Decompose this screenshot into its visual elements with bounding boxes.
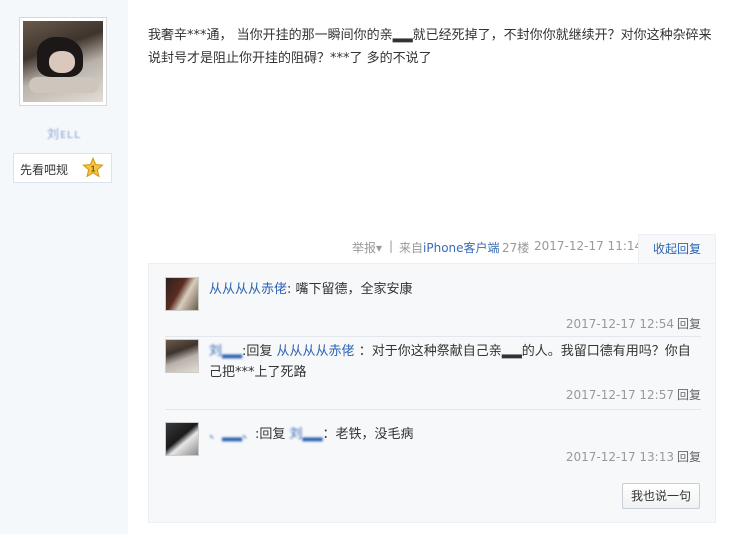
floor-number: 27楼 <box>502 241 530 255</box>
collapse-replies-button[interactable]: 收起回复 <box>638 234 716 264</box>
reply-avatar[interactable] <box>165 422 199 456</box>
reply-username[interactable]: 、▂▂、 <box>209 427 255 442</box>
client-link[interactable]: iPhone客户端 <box>423 241 500 255</box>
reply-meta: 2017-12-17 13:13 回复 <box>566 448 701 465</box>
reply-username[interactable]: 从从从从赤佬 <box>209 282 287 297</box>
level-badge[interactable]: 先看吧规 1 <box>13 153 112 183</box>
reply-time: 2017-12-17 12:57 <box>565 388 674 402</box>
author-avatar[interactable] <box>19 17 107 106</box>
reply-time: 2017-12-17 12:54 <box>565 317 674 331</box>
reply-meta: 2017-12-17 12:57 回复 <box>566 386 701 403</box>
level-number: 1 <box>91 165 96 174</box>
reply-button[interactable]: 回复 <box>677 450 701 464</box>
sub-replies-box: 从从从从赤佬: 嘴下留德，全家安康 2017-12-17 12:54 回复 刘▂▂… <box>148 263 716 523</box>
reply-time: 2017-12-17 13:13 <box>565 450 674 464</box>
list-item: 从从从从赤佬: 嘴下留德，全家安康 2017-12-17 12:54 回复 <box>165 277 701 337</box>
reply-text: ：老铁，没毛病 <box>322 427 414 442</box>
reply-target-user[interactable]: 从从从从赤佬 <box>277 344 355 359</box>
post-container: 刘ᴇʟʟ 先看吧规 1 我奢辛***通， 当你开挂的那一瞬间你的亲▂▂就已经死掉… <box>0 0 737 534</box>
reply-button[interactable]: 回复 <box>677 388 701 402</box>
reply-body: 、▂▂、:回复 刘▂▂：老铁，没毛病 <box>209 427 414 442</box>
tail-separator: | <box>389 239 394 253</box>
level-label: 先看吧规 <box>20 163 69 177</box>
reply-body: 刘▂▂:回复 从从从从赤佬 ：对于你这种祭献自己亲▂▂的人。我留口德有用吗？你自… <box>209 344 691 380</box>
reply-button[interactable]: 回复 <box>677 317 701 331</box>
reply-meta: 2017-12-17 12:54 回复 <box>566 315 701 332</box>
reply-avatar[interactable] <box>165 277 199 311</box>
list-item: 刘▂▂:回复 从从从从赤佬 ：对于你这种祭献自己亲▂▂的人。我留口德有用吗？你自… <box>165 339 701 410</box>
say-something-button[interactable]: 我也说一句 <box>622 483 700 509</box>
client-source: 来自iPhone客户端 <box>399 241 500 255</box>
reply-target-user[interactable]: 刘▂▂ <box>290 427 323 442</box>
reply-avatar[interactable] <box>165 339 199 373</box>
list-item: 、▂▂、:回复 刘▂▂：老铁，没毛病 2017-12-17 13:13 回复 <box>165 422 701 472</box>
report-link[interactable]: 举报▾ <box>352 239 382 256</box>
reply-text: 嘴下留德，全家安康 <box>295 282 413 297</box>
star-level-icon: 1 <box>82 157 104 178</box>
post-content: 我奢辛***通， 当你开挂的那一瞬间你的亲▂▂就已经死掉了，不封你你就继续开？对… <box>148 28 712 66</box>
reply-body: 从从从从赤佬: 嘴下留德，全家安康 <box>209 282 413 297</box>
post-datetime: 2017-12-17 11:14 <box>534 239 643 253</box>
author-column: 刘ᴇʟʟ 先看吧规 1 <box>0 0 128 534</box>
avatar-image <box>23 21 103 102</box>
reply-username[interactable]: 刘▂▂ <box>209 344 242 359</box>
author-username[interactable]: 刘ᴇʟʟ <box>0 125 128 142</box>
